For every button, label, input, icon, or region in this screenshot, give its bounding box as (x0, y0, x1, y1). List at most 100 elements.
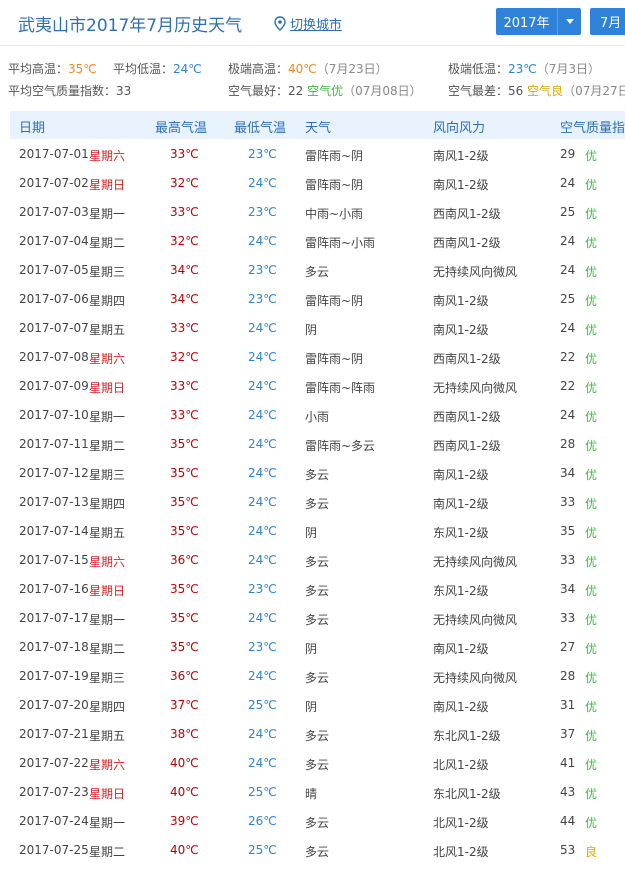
row-aqi-level: 优 (585, 439, 598, 453)
table-row: 2017-07-11 星期二 35℃ 24℃ 雷阵雨~多云 西南风1-2级 28 优 (10, 429, 625, 458)
weather-summary: 平均高温：35℃ 平均低温：24℃ 极端高温：40℃（7月23日） 极端低温：2… (0, 50, 625, 106)
row-max-temp: 36℃ (170, 669, 199, 683)
row-wind: 无持续风向微风 (433, 555, 518, 569)
row-max-temp: 36℃ (170, 553, 199, 567)
table-body: 2017-07-01 星期六 33℃ 23℃ 雷阵雨~阴 南风1-2级 29 优 2017-07… (10, 139, 625, 864)
row-date: 2017-07-20 (19, 698, 89, 712)
col-aqi: 空气质量指 (560, 121, 625, 136)
row-min-temp: 24℃ (248, 524, 277, 538)
col-date: 日期 (19, 121, 46, 136)
row-weather: 多云 (305, 555, 330, 569)
row-min-temp: 24℃ (248, 669, 277, 683)
row-min-temp: 24℃ (248, 176, 277, 190)
row-weekday: 星期四 (89, 294, 126, 308)
row-wind: 西南风1-2级 (433, 439, 501, 453)
row-aqi: 24 (560, 408, 576, 422)
row-aqi-level: 优 (585, 584, 598, 598)
row-weather: 晴 (305, 787, 318, 801)
row-wind: 南风1-2级 (433, 497, 489, 511)
row-weather: 雷阵雨~阴 (305, 178, 364, 192)
row-aqi-level: 优 (585, 381, 598, 395)
row-aqi: 41 (560, 756, 576, 770)
row-aqi-level: 优 (585, 787, 598, 801)
row-max-temp: 35℃ (170, 466, 199, 480)
row-aqi: 22 (560, 350, 576, 364)
row-aqi: 37 (560, 727, 576, 741)
table-row: 2017-07-20 星期四 37℃ 25℃ 阴 南风1-2级 31 优 (10, 690, 625, 719)
row-date: 2017-07-22 (19, 756, 89, 770)
row-weather: 多云 (305, 729, 330, 743)
row-max-temp: 33℃ (170, 321, 199, 335)
row-date: 2017-07-11 (19, 437, 89, 451)
table-row: 2017-07-08 星期六 32℃ 24℃ 雷阵雨~阴 西南风1-2级 22 优 (10, 342, 625, 371)
row-weekday: 星期六 (89, 758, 126, 772)
row-min-temp: 23℃ (248, 147, 277, 161)
row-aqi-level: 优 (585, 642, 598, 656)
row-aqi: 28 (560, 437, 576, 451)
row-aqi: 27 (560, 640, 576, 654)
row-weather: 雷阵雨~阵雨 (305, 381, 376, 395)
row-date: 2017-07-15 (19, 553, 89, 567)
row-aqi-level: 优 (585, 613, 598, 627)
table-row: 2017-07-22 星期六 40℃ 24℃ 多云 北风1-2级 41 优 (10, 748, 625, 777)
row-min-temp: 24℃ (248, 408, 277, 422)
row-min-temp: 26℃ (248, 814, 277, 828)
row-aqi-level: 优 (585, 294, 598, 308)
max-high-temp: 极端高温：40℃（7月23日） (228, 62, 388, 76)
row-max-temp: 34℃ (170, 292, 199, 306)
month-select[interactable]: 7月 (590, 8, 625, 35)
row-weekday: 星期日 (89, 178, 126, 192)
row-aqi: 34 (560, 582, 576, 596)
chevron-down-icon (557, 8, 581, 35)
row-date: 2017-07-14 (19, 524, 89, 538)
row-weather: 雷阵雨~阴 (305, 294, 364, 308)
row-weekday: 星期三 (89, 671, 126, 685)
table-row: 2017-07-06 星期四 34℃ 23℃ 雷阵雨~阴 南风1-2级 25 优 (10, 284, 625, 313)
row-aqi-level: 良 (585, 845, 598, 859)
row-aqi: 44 (560, 814, 576, 828)
worst-air: 空气最差：56 空气良（07月27日 (448, 84, 625, 98)
row-weather: 多云 (305, 758, 330, 772)
table-row: 2017-07-13 星期四 35℃ 24℃ 多云 南风1-2级 33 优 (10, 487, 625, 516)
row-aqi-level: 优 (585, 497, 598, 511)
row-max-temp: 38℃ (170, 727, 199, 741)
min-low-temp: 极端低温：23℃（7月3日） (448, 62, 601, 76)
row-weather: 阴 (305, 526, 318, 540)
row-aqi: 24 (560, 176, 576, 190)
col-min-temp: 最低气温 (234, 121, 287, 136)
row-aqi-level: 优 (585, 555, 598, 569)
row-wind: 南风1-2级 (433, 323, 489, 337)
row-aqi: 43 (560, 785, 576, 799)
row-aqi: 24 (560, 321, 576, 335)
row-date: 2017-07-10 (19, 408, 89, 422)
row-min-temp: 24℃ (248, 321, 277, 335)
row-aqi: 53 (560, 843, 576, 857)
row-date: 2017-07-16 (19, 582, 89, 596)
row-aqi: 33 (560, 495, 576, 509)
row-aqi-level: 优 (585, 207, 598, 221)
row-date: 2017-07-06 (19, 292, 89, 306)
row-weather: 小雨 (305, 410, 330, 424)
table-header: 日期 最高气温 最低气温 天气 风向风力 空气质量指 (10, 111, 625, 139)
row-max-temp: 32℃ (170, 350, 199, 364)
table-row: 2017-07-02 星期日 32℃ 24℃ 雷阵雨~阴 南风1-2级 24 优 (10, 168, 625, 197)
row-min-temp: 25℃ (248, 785, 277, 799)
row-wind: 东北风1-2级 (433, 729, 501, 743)
row-weekday: 星期日 (89, 787, 126, 801)
row-wind: 南风1-2级 (433, 700, 489, 714)
row-wind: 东风1-2级 (433, 526, 489, 540)
row-min-temp: 24℃ (248, 727, 277, 741)
row-max-temp: 35℃ (170, 524, 199, 538)
row-weather: 阴 (305, 700, 318, 714)
row-aqi-level: 优 (585, 352, 598, 366)
year-select[interactable]: 2017年 (496, 8, 581, 35)
col-max-temp: 最高气温 (155, 121, 208, 136)
row-wind: 北风1-2级 (433, 845, 489, 859)
table-row: 2017-07-14 星期五 35℃ 24℃ 阴 东风1-2级 35 优 (10, 516, 625, 545)
row-max-temp: 35℃ (170, 437, 199, 451)
row-min-temp: 24℃ (248, 437, 277, 451)
switch-city-link[interactable]: 切换城市 (274, 14, 342, 33)
location-pin-icon (274, 16, 286, 31)
table-row: 2017-07-17 星期一 35℃ 24℃ 多云 无持续风向微风 33 优 (10, 603, 625, 632)
row-date: 2017-07-23 (19, 785, 89, 799)
